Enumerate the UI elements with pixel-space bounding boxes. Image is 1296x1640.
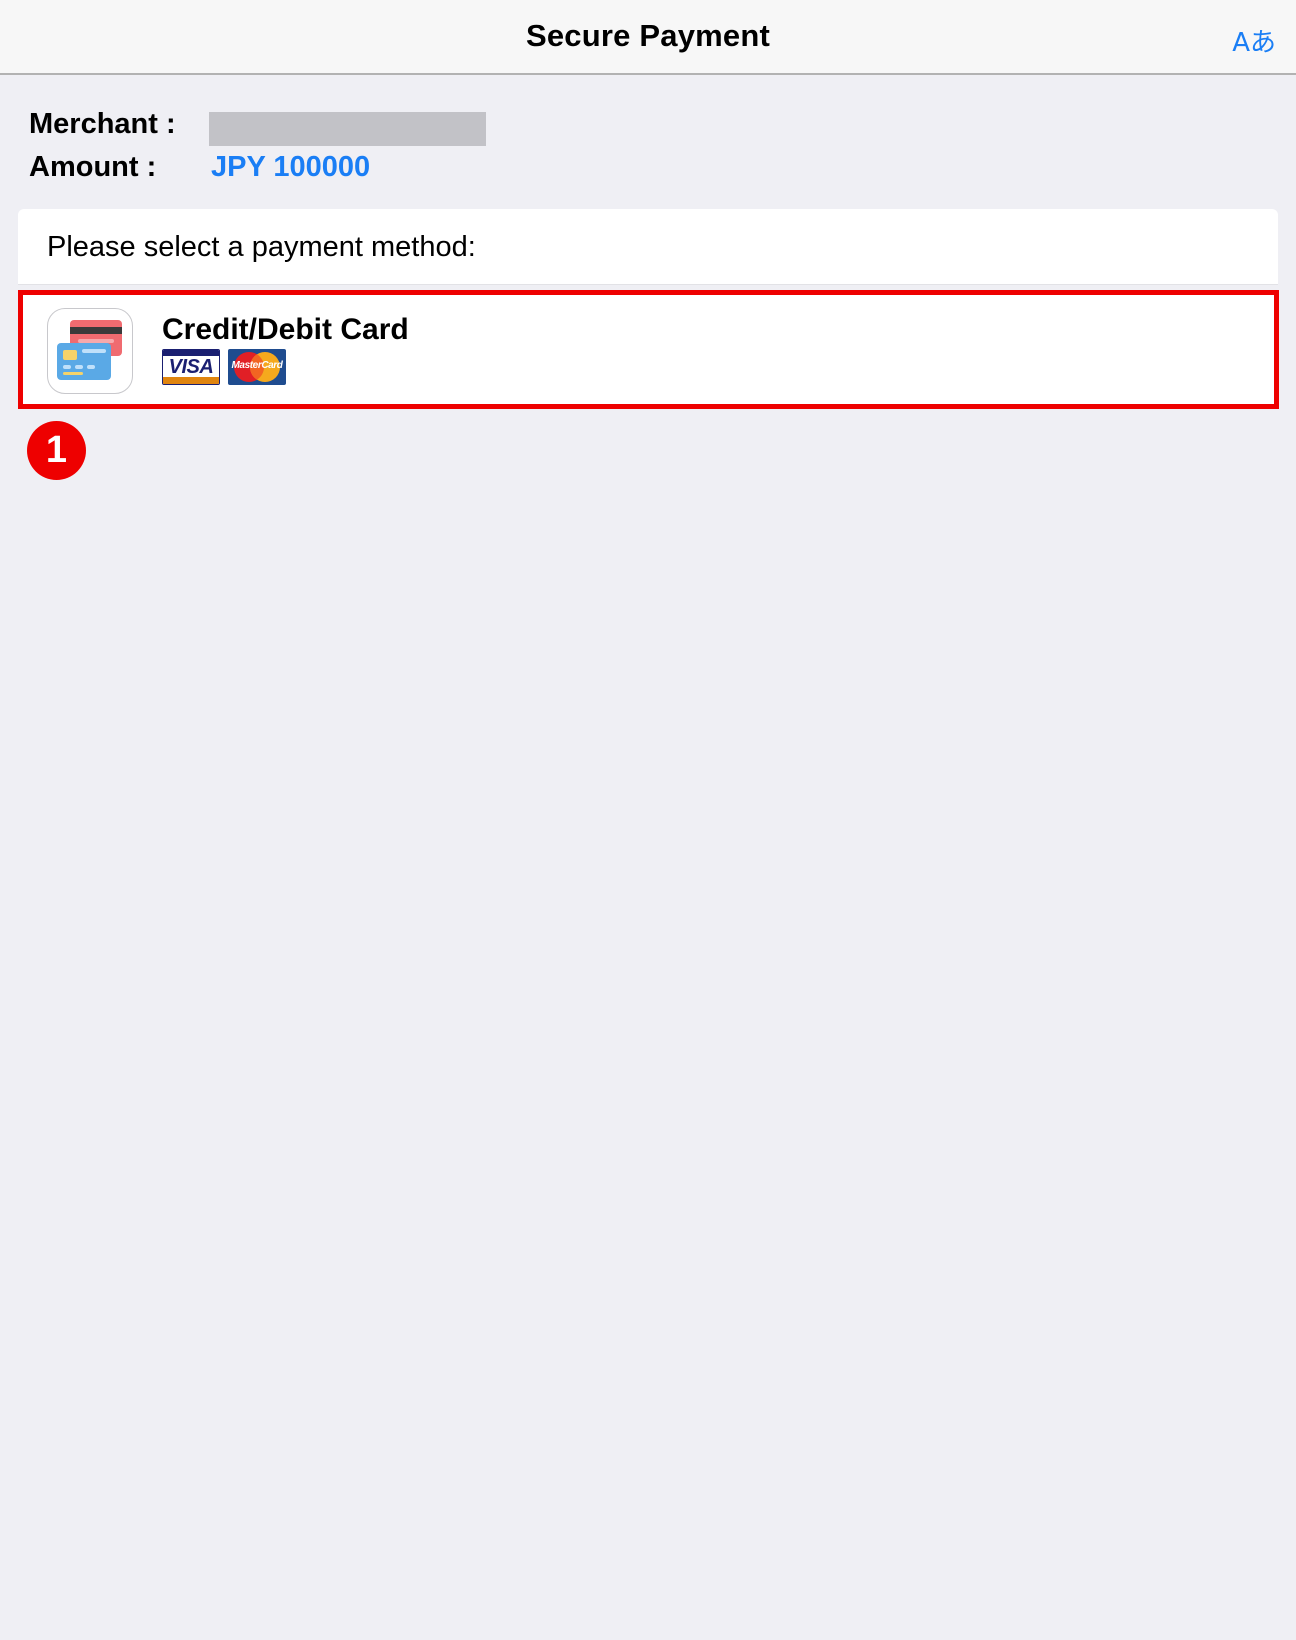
payment-method-credit-debit-card[interactable]: Credit/Debit Card VISA MasterCard [18, 290, 1279, 409]
language-switch-button[interactable]: Aあ [1232, 22, 1276, 59]
merchant-label: Merchant : [29, 108, 176, 140]
visa-brand-label: VISA [168, 356, 214, 378]
step-number-badge: 1 [27, 421, 86, 480]
credit-card-icon [47, 308, 133, 394]
page-title: Secure Payment [525, 18, 771, 53]
amount-value: JPY 100000 [211, 151, 371, 183]
payment-method-header: Please select a payment method: [18, 209, 1278, 285]
visa-logo-icon: VISA [162, 349, 220, 385]
mastercard-brand-label: MasterCard [231, 360, 283, 371]
payment-method-title: Credit/Debit Card [162, 313, 409, 346]
navigation-bar: Secure Payment Aあ [0, 0, 1296, 75]
amount-label: Amount : [29, 151, 157, 183]
payment-method-prompt: Please select a payment method: [47, 231, 476, 263]
merchant-name-redacted [209, 112, 486, 146]
mastercard-logo-icon: MasterCard [228, 349, 286, 385]
